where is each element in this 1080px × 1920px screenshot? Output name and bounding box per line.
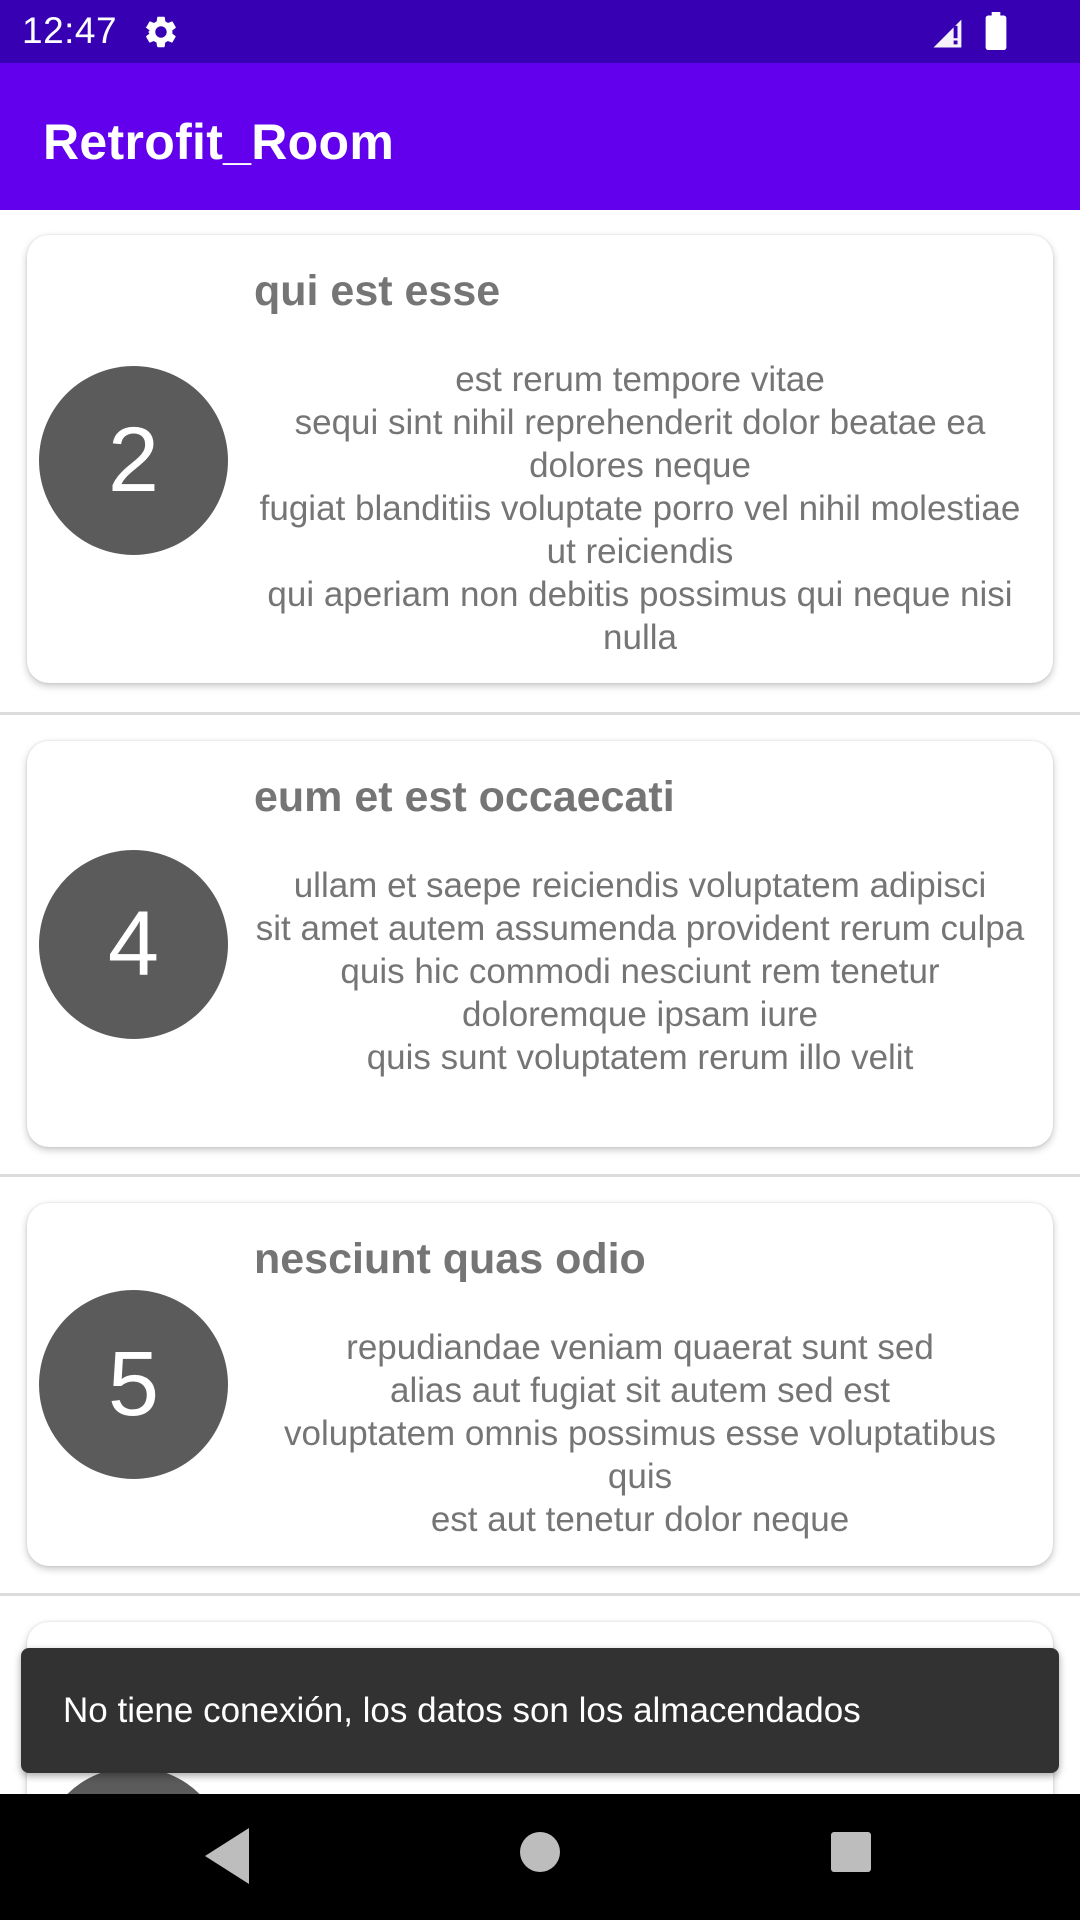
app-bar: Retrofit_Room <box>0 63 1080 210</box>
back-icon[interactable] <box>205 1828 249 1884</box>
post-id-avatar: 5 <box>39 1290 228 1479</box>
signal-icon <box>933 19 962 48</box>
snackbar-message: No tiene conexión, los datos son los alm… <box>63 1690 861 1730</box>
post-body: est rerum tempore vitae sequi sint nihil… <box>259 360 1021 657</box>
recents-icon[interactable] <box>831 1832 871 1872</box>
snackbar: No tiene conexión, los datos son los alm… <box>21 1648 1059 1773</box>
post-list[interactable]: 2 qui est esse est rerum tempore vitae s… <box>0 210 1080 1794</box>
divider <box>0 1593 1080 1596</box>
post-card[interactable]: 2 qui est esse est rerum tempore vitae s… <box>27 235 1053 683</box>
post-card[interactable]: 5 nesciunt quas odio repudiandae veniam … <box>27 1203 1053 1566</box>
post-card[interactable]: 4 eum et est occaecati ullam et saepe re… <box>27 741 1053 1147</box>
post-title: qui est esse <box>254 267 501 315</box>
post-id-avatar: 2 <box>39 366 228 555</box>
post-id-avatar: 4 <box>39 850 228 1039</box>
post-body: ullam et saepe reiciendis voluptatem adi… <box>255 866 1025 1077</box>
gear-icon <box>145 16 176 48</box>
post-title: nesciunt quas odio <box>254 1235 646 1283</box>
home-icon[interactable] <box>520 1832 560 1872</box>
status-time: 12:47 <box>22 10 118 51</box>
navigation-bar <box>0 1794 1080 1920</box>
divider <box>0 712 1080 715</box>
app-title: Retrofit_Room <box>43 114 395 170</box>
post-body: repudiandae veniam quaerat sunt sed alia… <box>283 1328 996 1539</box>
post-title: eum et est occaecati <box>254 773 675 821</box>
divider <box>0 1174 1080 1177</box>
status-bar: 12:47 <box>0 0 1080 63</box>
battery-icon <box>985 12 1007 50</box>
